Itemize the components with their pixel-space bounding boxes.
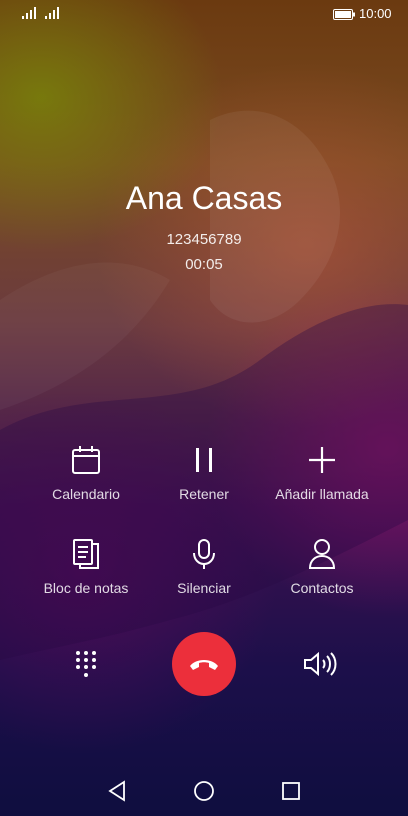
signal-2-icon xyxy=(45,7,59,19)
call-duration: 00:05 xyxy=(185,256,223,273)
nav-back-button[interactable] xyxy=(107,780,127,807)
back-icon xyxy=(108,780,125,802)
signal-1-icon xyxy=(22,7,36,19)
pause-icon xyxy=(196,448,212,472)
mute-label: Silenciar xyxy=(177,580,231,596)
status-time: 10:00 xyxy=(359,6,392,21)
hold-label: Retener xyxy=(179,486,229,502)
notes-icon xyxy=(73,539,99,569)
end-call-icon xyxy=(190,660,218,670)
recents-icon xyxy=(282,782,300,800)
speaker-button[interactable] xyxy=(303,651,339,682)
calendar-label: Calendario xyxy=(52,486,120,502)
contact-icon xyxy=(308,539,336,569)
mute-button[interactable]: Silenciar xyxy=(136,538,272,596)
hold-button[interactable]: Retener xyxy=(136,444,272,502)
calendar-button[interactable]: Calendario xyxy=(18,444,154,502)
add-call-button[interactable]: Añadir llamada xyxy=(254,444,390,502)
plus-icon xyxy=(309,447,335,473)
microphone-icon xyxy=(193,539,215,569)
notes-label: Bloc de notas xyxy=(43,580,129,596)
nav-home-button[interactable] xyxy=(193,780,215,807)
caller-number: 123456789 xyxy=(166,231,242,248)
speaker-icon xyxy=(304,651,337,677)
caller-name: Ana Casas xyxy=(125,180,283,216)
status-bar: 10:00 xyxy=(0,0,408,28)
home-icon xyxy=(194,781,214,801)
dialpad-button[interactable] xyxy=(74,650,98,685)
notes-button[interactable]: Bloc de notas xyxy=(18,538,154,596)
dialpad-icon xyxy=(76,651,96,677)
add-call-label: Añadir llamada xyxy=(275,486,369,502)
calendar-icon xyxy=(72,446,100,474)
nav-recents-button[interactable] xyxy=(281,780,301,807)
battery-icon xyxy=(333,8,355,23)
contacts-label: Contactos xyxy=(290,580,354,596)
contacts-button[interactable]: Contactos xyxy=(254,538,390,596)
end-call-button[interactable] xyxy=(172,632,236,696)
